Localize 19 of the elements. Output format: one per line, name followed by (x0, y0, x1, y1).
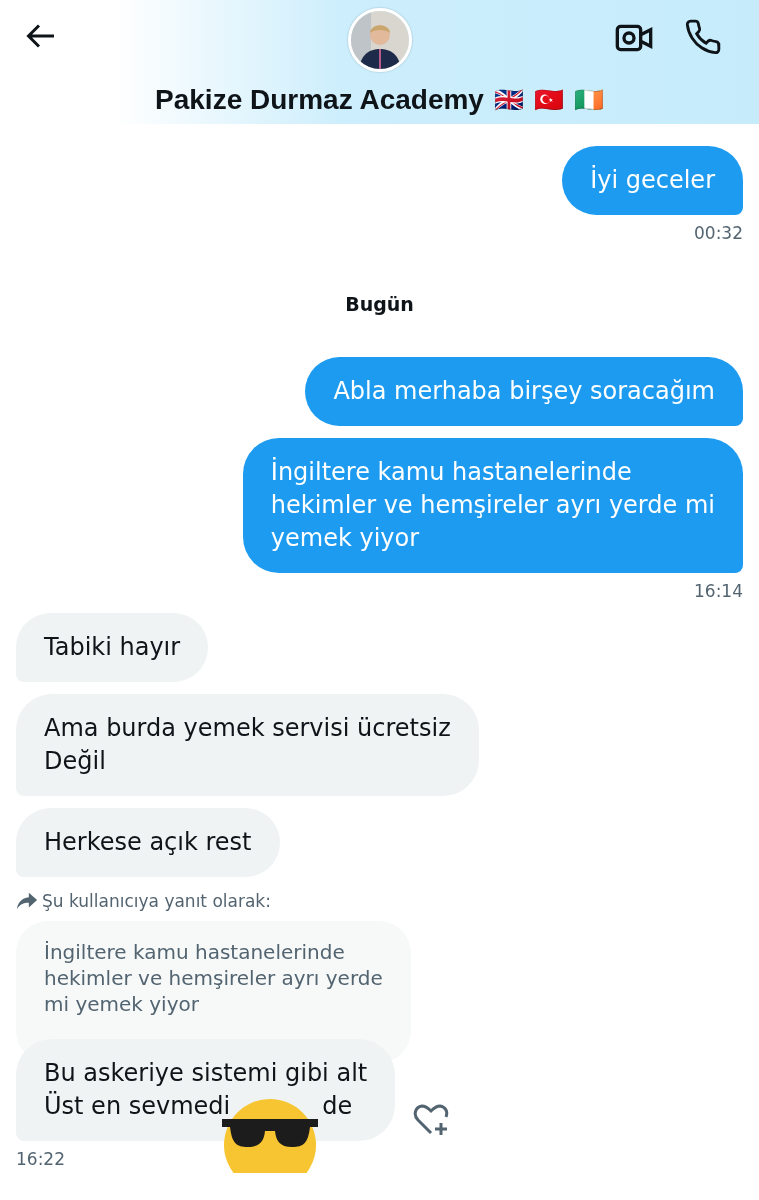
message-bubble: İngiltere kamu hastanelerinde hekimler ve hemşireler ayrı yerde mi yemek yiyor (242, 438, 743, 573)
flag-emoji: 🇹🇷 (533, 86, 564, 114)
reply-label: Şu kullanıcıya yanıt olarak: (42, 891, 271, 911)
message-bubble: Abla merhaba birşey soracağım (305, 357, 743, 426)
add-reaction-button[interactable] (413, 1103, 450, 1137)
message-bubble: İyi geceler (562, 146, 743, 215)
flag-emoji: 🇮🇪 (573, 86, 604, 114)
message-bubble: Tabiki hayır (16, 613, 209, 682)
timestamp: 16:22 (16, 1149, 65, 1169)
avatar[interactable] (347, 8, 412, 72)
reply-arrow-icon (16, 891, 38, 911)
date-divider: Bugün (345, 293, 414, 315)
timestamp: 00:32 (694, 223, 743, 243)
message-bubble: Ama burda yemek servisi ücretsiz Değil (16, 694, 479, 796)
phone-call-button[interactable] (684, 18, 722, 56)
message-bubble: Herkese açık rest (16, 808, 280, 877)
chat-title: Pakize Durmaz Academy (155, 84, 484, 116)
timestamp: 16:14 (694, 581, 743, 601)
flag-emoji: 🇬🇧 (493, 86, 524, 114)
